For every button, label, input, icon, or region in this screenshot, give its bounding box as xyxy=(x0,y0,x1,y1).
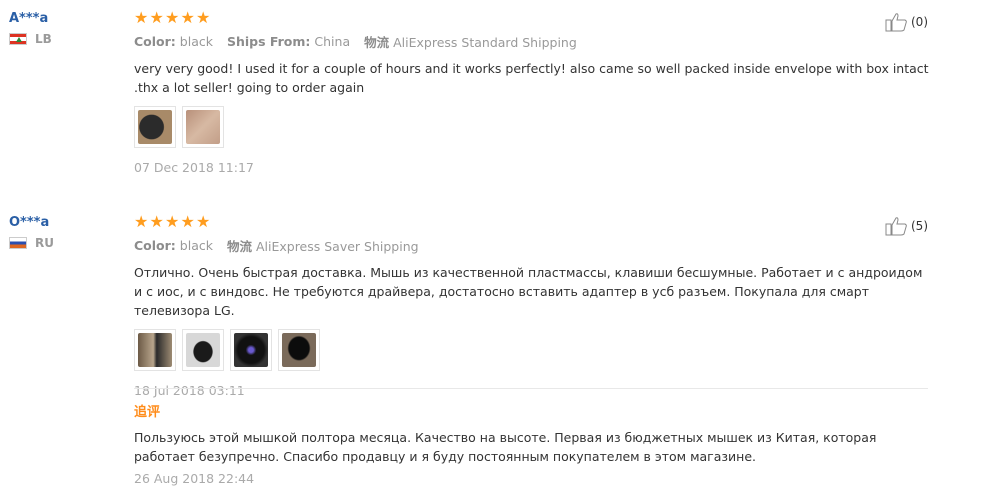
star-icon: ★ xyxy=(196,8,211,27)
reviewer-name: O***a xyxy=(9,215,50,230)
star-icon: ★ xyxy=(196,212,211,231)
review-meta: Color: black 物流 AliExpress Saver Shippin… xyxy=(134,236,934,254)
review-photo-thumbnail[interactable] xyxy=(182,106,224,148)
star-icon: ★ xyxy=(134,212,149,231)
review-text: very very good! I used it for a couple o… xyxy=(134,61,929,95)
additional-review-date: 26 Aug 2018 22:44 xyxy=(134,471,255,486)
color-value: black xyxy=(179,33,213,49)
lebanon-flag-icon xyxy=(9,33,27,45)
helpful-count: (0) xyxy=(911,15,928,29)
reviewer-name: A***a xyxy=(9,11,49,26)
reviewer-info: A***a LB xyxy=(9,10,52,48)
logistics-label: 物流 xyxy=(364,34,390,50)
helpful-count: (5) xyxy=(911,219,928,233)
country-code: RU xyxy=(35,236,54,250)
color-label: Color: xyxy=(134,237,176,253)
color-value: black xyxy=(179,237,213,253)
star-icon: ★ xyxy=(165,8,180,27)
logistics-label: 物流 xyxy=(226,238,252,254)
review-body: ★ ★ ★ ★ ★ Color: black 物流 AliExpress Sav… xyxy=(134,214,934,400)
review-meta: Color: black Ships From: China 物流 AliExp… xyxy=(134,32,934,50)
thumbs-up-icon xyxy=(885,13,907,32)
reviewer-country: RU xyxy=(9,234,54,252)
logistics-value: AliExpress Saver Shipping xyxy=(255,238,419,254)
country-code: LB xyxy=(35,32,52,46)
reviewer-info: O***a RU xyxy=(9,214,54,252)
russia-flag-icon xyxy=(9,237,27,249)
review-photo-thumbnail[interactable] xyxy=(182,329,224,371)
star-icon: ★ xyxy=(149,8,164,27)
review-photos xyxy=(134,106,934,148)
color-label: Color: xyxy=(134,33,176,49)
star-rating: ★ ★ ★ ★ ★ xyxy=(134,214,934,232)
reviewer-country: LB xyxy=(9,30,52,48)
star-icon: ★ xyxy=(134,8,149,27)
star-icon: ★ xyxy=(180,8,195,27)
star-icon: ★ xyxy=(149,212,164,231)
ships-from-value: China xyxy=(314,33,351,49)
divider xyxy=(134,388,928,389)
review-text: Отлично. Очень быстрая доставка. Мышь из… xyxy=(134,265,923,318)
review-body: ★ ★ ★ ★ ★ Color: black Ships From: China… xyxy=(134,10,934,177)
helpful-button[interactable]: (5) xyxy=(885,216,928,236)
review-photo-thumbnail[interactable] xyxy=(134,329,176,371)
review-photos xyxy=(134,329,934,371)
ships-from-label: Ships From: xyxy=(226,33,311,49)
thumbs-up-icon xyxy=(885,217,907,236)
review-date: 07 Dec 2018 11:17 xyxy=(134,160,254,175)
additional-review-label: 追评 xyxy=(134,405,161,420)
star-icon: ★ xyxy=(165,212,180,231)
star-icon: ★ xyxy=(180,212,195,231)
helpful-button[interactable]: (0) xyxy=(885,12,928,32)
logistics-value: AliExpress Standard Shipping xyxy=(393,34,577,50)
additional-review-text: Пользуюсь этой мышкой полтора месяца. Ка… xyxy=(134,430,877,464)
star-rating: ★ ★ ★ ★ ★ xyxy=(134,10,934,28)
review-photo-thumbnail[interactable] xyxy=(134,106,176,148)
review-photo-thumbnail[interactable] xyxy=(278,329,320,371)
review-photo-thumbnail[interactable] xyxy=(230,329,272,371)
review-date: 18 Jul 2018 03:11 xyxy=(134,383,245,398)
